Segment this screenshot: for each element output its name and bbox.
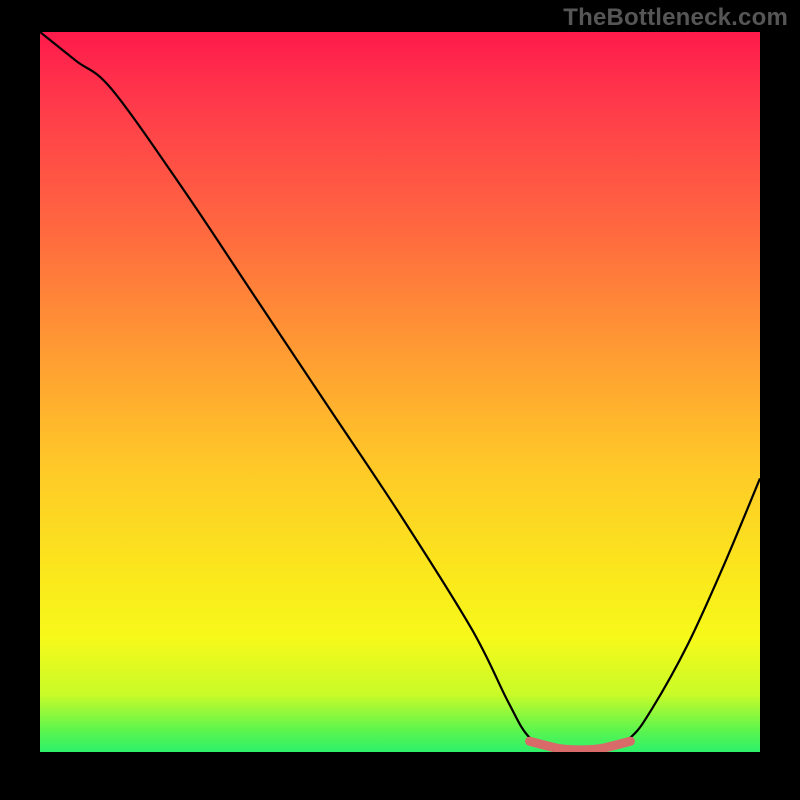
chart-frame: TheBottleneck.com <box>0 0 800 800</box>
bottleneck-curve <box>40 32 760 752</box>
plot-area <box>40 32 760 752</box>
optimal-band <box>530 741 631 750</box>
curve-layer <box>40 32 760 752</box>
watermark-text: TheBottleneck.com <box>563 4 788 32</box>
